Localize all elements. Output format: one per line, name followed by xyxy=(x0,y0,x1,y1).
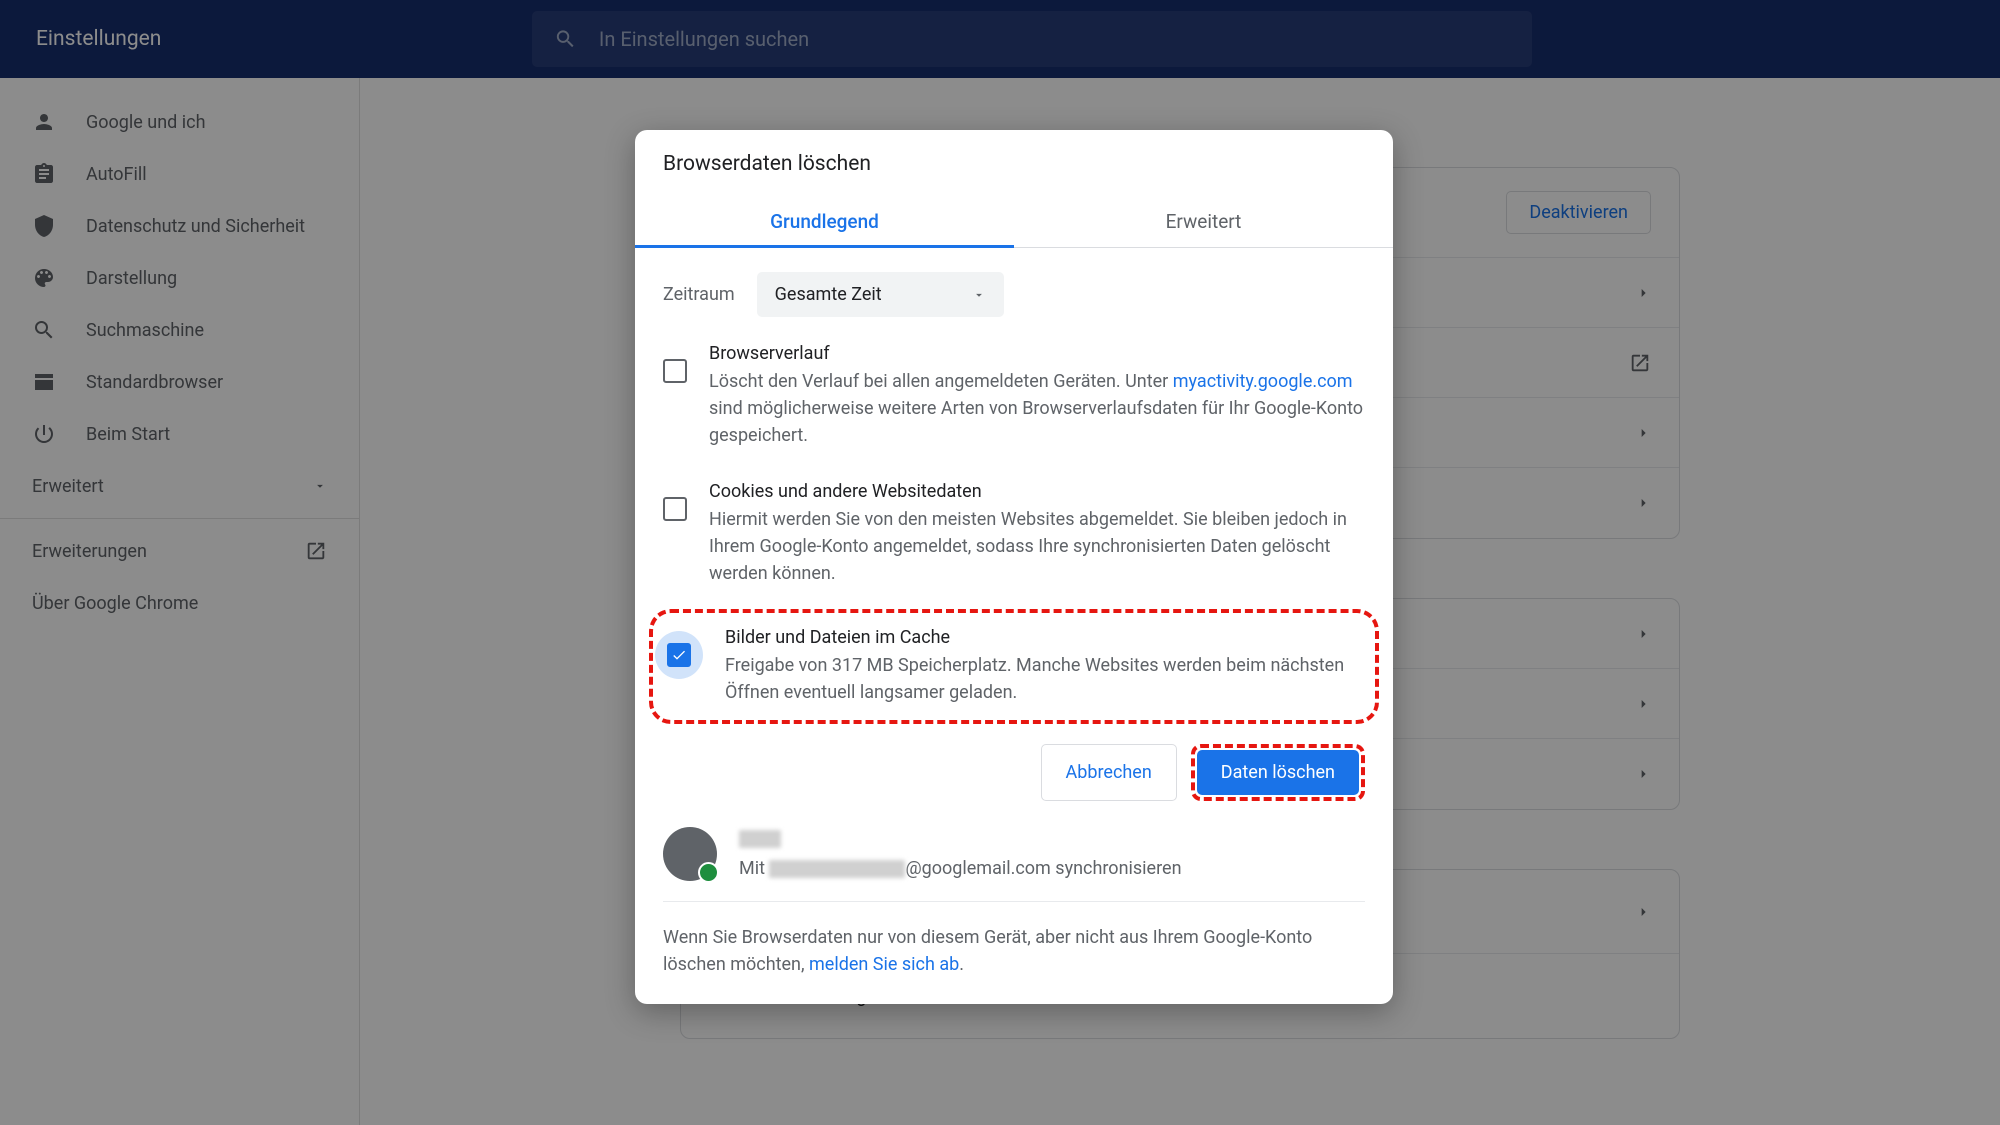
dialog-footer: Wenn Sie Browserdaten nur von diesem Ger… xyxy=(635,908,1393,984)
highlight-annotation: Daten löschen xyxy=(1191,744,1365,801)
tab-advanced[interactable]: Erweitert xyxy=(1014,196,1393,247)
check-item-cookies: Cookies und andere Websitedaten Hiermit … xyxy=(635,465,1393,603)
check-title: Cookies und andere Websitedaten xyxy=(709,481,1365,502)
check-item-history: Browserverlauf Löscht den Verlauf bei al… xyxy=(635,327,1393,465)
highlight-annotation: Bilder und Dateien im Cache Freigabe von… xyxy=(649,609,1379,724)
avatar xyxy=(663,827,717,881)
cancel-button[interactable]: Abbrechen xyxy=(1041,744,1177,801)
timerange-label: Zeitraum xyxy=(663,284,735,305)
sync-account-row: Mit @googlemail.com synchronisieren xyxy=(635,809,1393,895)
dropdown-arrow-icon xyxy=(972,288,986,302)
checkbox[interactable] xyxy=(667,643,691,667)
check-title: Bilder und Dateien im Cache xyxy=(725,627,1361,648)
check-icon xyxy=(671,647,687,663)
check-item-cache: Bilder und Dateien im Cache Freigabe von… xyxy=(655,617,1361,716)
divider xyxy=(663,901,1365,902)
check-title: Browserverlauf xyxy=(709,343,1365,364)
dialog-actions: Abbrechen Daten löschen xyxy=(635,730,1393,809)
checkbox[interactable] xyxy=(663,359,687,383)
redacted-name xyxy=(739,830,781,848)
check-desc: Löscht den Verlauf bei allen angemeldete… xyxy=(709,368,1365,449)
sync-email: Mit @googlemail.com synchronisieren xyxy=(739,858,1365,879)
check-desc: Freigabe von 317 MB Speicherplatz. Manch… xyxy=(725,652,1361,706)
timerange-select[interactable]: Gesamte Zeit xyxy=(757,272,1004,317)
tabs: Grundlegend Erweitert xyxy=(635,196,1393,248)
myactivity-link[interactable]: myactivity.google.com xyxy=(1173,371,1353,392)
dialog-title: Browserdaten löschen xyxy=(635,130,1393,196)
clear-data-button[interactable]: Daten löschen xyxy=(1197,750,1359,795)
signout-link[interactable]: melden Sie sich ab xyxy=(809,954,959,975)
check-desc: Hiermit werden Sie von den meisten Websi… xyxy=(709,506,1365,587)
clear-data-dialog: Browserdaten löschen Grundlegend Erweite… xyxy=(635,130,1393,1004)
timerange-value: Gesamte Zeit xyxy=(775,284,882,305)
redacted-email xyxy=(769,860,905,878)
checkbox-focus-ring xyxy=(655,631,703,679)
checkbox[interactable] xyxy=(663,497,687,521)
timerange-row: Zeitraum Gesamte Zeit xyxy=(635,248,1393,327)
tab-basic[interactable]: Grundlegend xyxy=(635,196,1014,247)
